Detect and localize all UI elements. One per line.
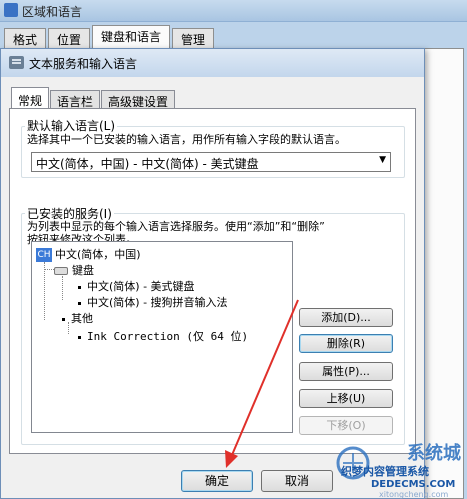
watermark-url: DEDECMS.COM (371, 479, 456, 490)
watermark-title: 织梦内容管理系统 (341, 465, 429, 478)
watermark-faint-url: xitongcheng.com (379, 490, 449, 499)
annotation-arrow-head (225, 450, 238, 468)
annotation-arrow (225, 299, 299, 468)
annotation-arrow-line (231, 299, 299, 456)
watermark: 系统城 织梦内容管理系统 DEDECMS.COM xitongcheng.com (327, 439, 467, 499)
watermark-brand: 系统城 (407, 443, 461, 464)
